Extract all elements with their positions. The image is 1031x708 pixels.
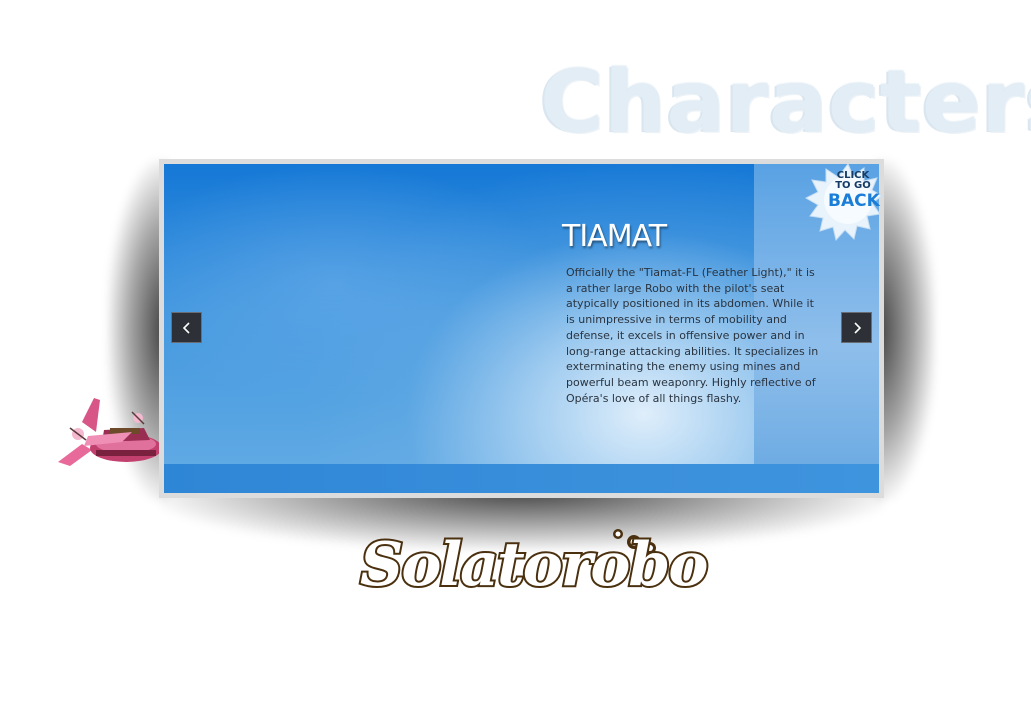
back-label-line3: BACK (828, 191, 880, 211)
solatorobo-logo: Solatorobo (358, 512, 710, 610)
character-slide: TIAMAT Officially the "Tiamat-FL (Feathe… (164, 164, 879, 493)
next-slide-button[interactable] (841, 312, 872, 343)
chevron-left-icon (182, 321, 192, 334)
carousel-shadow-right (875, 160, 935, 500)
airship-image (52, 392, 164, 472)
character-name: TIAMAT (562, 219, 667, 254)
slide-footer-bar (164, 464, 879, 493)
previous-slide-button[interactable] (171, 312, 202, 343)
logo-text: Solatorobo (358, 528, 710, 602)
back-button[interactable]: CLICK TO GO BACK (798, 162, 882, 246)
character-carousel: TIAMAT Officially the "Tiamat-FL (Feathe… (159, 159, 884, 498)
chevron-right-icon (852, 321, 862, 334)
character-description: Officially the "Tiamat-FL (Feather Light… (566, 266, 819, 405)
page: Characters TIAMAT Officially the "Tiamat… (0, 0, 1031, 708)
back-label-line2: TO GO (835, 180, 871, 191)
page-heading: Characters (540, 52, 1031, 152)
